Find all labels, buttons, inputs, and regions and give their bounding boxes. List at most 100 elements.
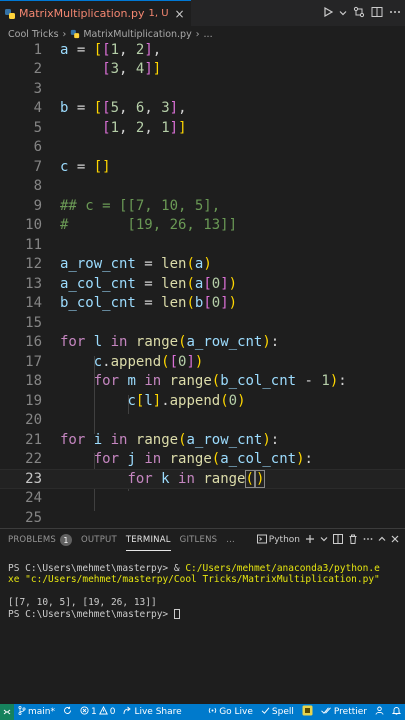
code-line-11[interactable]: 11 — [0, 235, 405, 255]
code-line-20[interactable]: 20 — [0, 411, 405, 431]
code-text: for k in range() — [127, 469, 266, 488]
code-text: a_col_cnt = len(a[0]) — [60, 275, 238, 292]
code-text: for l in range(a_row_cnt): — [60, 334, 280, 351]
line-number: 11 — [25, 236, 42, 253]
live-share-label: Live Share — [134, 707, 182, 717]
add-terminal-icon[interactable] — [305, 534, 315, 547]
code-line-23-current[interactable]: 23 for k in range() — [0, 469, 405, 489]
git-branch-icon — [18, 705, 26, 718]
code-line-8[interactable]: 8 — [0, 177, 405, 197]
more-actions-icon[interactable] — [363, 534, 373, 547]
code-text: a_row_cnt = len(a) — [60, 256, 212, 273]
run-icon[interactable] — [323, 6, 334, 20]
open-changes-icon[interactable] — [353, 6, 365, 21]
tab-gitlens[interactable]: GITLENS — [180, 529, 218, 551]
code-text: a = [[1, 2], — [60, 41, 162, 58]
terminal-prompt: PS C:\Users\mehmet\masterpy> — [8, 562, 174, 574]
extension-status[interactable] — [298, 705, 317, 719]
code-line-9[interactable]: 9 ## c = [[7, 10, 5], — [0, 196, 405, 216]
close-panel-icon[interactable] — [391, 535, 399, 546]
line-number: 13 — [25, 275, 42, 292]
error-icon — [80, 706, 89, 718]
notifications-status[interactable] — [388, 706, 405, 718]
warning-count: 0 — [109, 707, 116, 717]
code-line-10[interactable]: 10 # [19, 26, 13]] — [0, 216, 405, 236]
code-line-12[interactable]: 12 a_row_cnt = len(a) — [0, 255, 405, 275]
code-line-4[interactable]: 4 b = [[5, 6, 3], — [0, 99, 405, 119]
chevron-up-icon[interactable] — [378, 535, 386, 546]
feedback-status[interactable] — [371, 706, 388, 718]
code-line-1[interactable]: 1 a = [[1, 2], — [0, 40, 405, 60]
bottom-panel: PROBLEMS 1 OUTPUT TERMINAL GITLENS ... Py… — [0, 528, 405, 704]
panel-actions: Python — [256, 533, 405, 547]
tab-problem-state: 1, U — [148, 8, 169, 19]
broadcast-icon — [208, 706, 217, 718]
terminal-python-path: C:/Users/mehmet/anaconda3/python.e — [185, 562, 380, 574]
code-line-16[interactable]: 16 for l in range(a_row_cnt): — [0, 333, 405, 353]
line-number: 21 — [25, 431, 42, 448]
git-branch[interactable]: main* — [14, 705, 59, 718]
line-number: 22 — [25, 451, 42, 468]
tab-output[interactable]: OUTPUT — [81, 529, 117, 551]
code-text: c = [] — [60, 158, 111, 175]
chevron-down-icon[interactable] — [339, 7, 347, 20]
code-line-5[interactable]: 5 [1, 2, 1]] — [0, 118, 405, 138]
line-number: 16 — [25, 334, 42, 351]
python-file-icon — [70, 29, 80, 39]
split-terminal-icon[interactable] — [333, 533, 343, 547]
code-line-15[interactable]: 15 — [0, 313, 405, 333]
code-line-19[interactable]: 19 c[l].append(0) — [0, 391, 405, 411]
breadcrumb-folder[interactable]: Cool Tricks — [8, 29, 59, 40]
code-line-22[interactable]: 22 for j in range(a_col_cnt): — [0, 450, 405, 470]
remote-indicator-icon[interactable] — [0, 704, 14, 720]
code-line-7[interactable]: 7 c = [] — [0, 157, 405, 177]
panel-more-tabs[interactable]: ... — [226, 529, 235, 551]
terminal-command-line: PS C:\Users\mehmet\masterpy> & C:/Users/… — [8, 563, 397, 575]
code-text: for i in range(a_row_cnt): — [60, 431, 280, 448]
code-line-18[interactable]: 18 for m in range(b_col_cnt - 1): — [0, 372, 405, 392]
terminal-shell-label: Python — [268, 535, 300, 545]
more-actions-icon[interactable] — [389, 6, 401, 21]
spell-label: Spell — [271, 707, 294, 717]
terminal-output[interactable]: PS C:\Users\mehmet\masterpy> & C:/Users/… — [0, 551, 405, 620]
bell-icon — [391, 706, 402, 718]
close-icon[interactable]: × — [175, 7, 185, 21]
editor-actions — [323, 6, 405, 21]
terminal-shell-selector[interactable]: Python — [256, 534, 300, 547]
code-line-2[interactable]: 2 [3, 4]] — [0, 60, 405, 80]
split-editor-icon[interactable] — [371, 6, 383, 21]
spell-check[interactable]: Spell — [257, 706, 298, 718]
live-share-icon — [123, 706, 132, 718]
code-line-25[interactable]: 25 — [0, 508, 405, 524]
code-editor[interactable]: 1 a = [[1, 2], 2 [3, 4]] 3 4 b = [[5, 6, 3… — [0, 40, 405, 524]
terminal-icon — [256, 534, 267, 547]
editor-tab-matrixmultiplication[interactable]: MatrixMultiplication.py 1, U × — [0, 0, 191, 26]
code-line-21[interactable]: 21 for i in range(a_row_cnt): — [0, 430, 405, 450]
breadcrumb-symbol[interactable]: ... — [204, 29, 213, 40]
code-line-6[interactable]: 6 — [0, 138, 405, 158]
tab-terminal[interactable]: TERMINAL — [125, 529, 171, 551]
code-line-14[interactable]: 14 b_col_cnt = len(b[0]) — [0, 294, 405, 314]
prettier-status[interactable]: Prettier — [317, 706, 371, 718]
line-number: 1 — [33, 41, 42, 58]
code-line-17[interactable]: 17 c.append([0]) — [0, 352, 405, 372]
terminal-program-output: [[7, 10, 5], [19, 26, 13]] — [8, 597, 157, 608]
code-line-13[interactable]: 13 a_col_cnt = len(a[0]) — [0, 274, 405, 294]
breadcrumb-file[interactable]: MatrixMultiplication.py — [83, 29, 191, 40]
go-live[interactable]: Go Live — [204, 706, 257, 718]
line-number: 9 — [33, 197, 42, 214]
terminal-script-path: "c:/Users/mehmet/masterpy/Cool Tricks/Ma… — [19, 574, 380, 585]
live-share[interactable]: Live Share — [119, 706, 185, 718]
trash-icon[interactable] — [348, 534, 358, 547]
sync-status[interactable] — [59, 706, 76, 718]
line-number: 10 — [25, 217, 42, 234]
line-number: 12 — [25, 256, 42, 273]
problems-status[interactable]: 1 0 — [76, 706, 119, 718]
line-number: 7 — [33, 158, 42, 175]
tab-problems[interactable]: PROBLEMS 1 — [8, 529, 72, 551]
chevron-right-icon: › — [195, 28, 200, 40]
chevron-down-icon[interactable] — [320, 535, 328, 546]
code-line-3[interactable]: 3 — [0, 79, 405, 99]
terminal-cursor — [173, 609, 180, 619]
code-line-24[interactable]: 24 — [0, 489, 405, 509]
